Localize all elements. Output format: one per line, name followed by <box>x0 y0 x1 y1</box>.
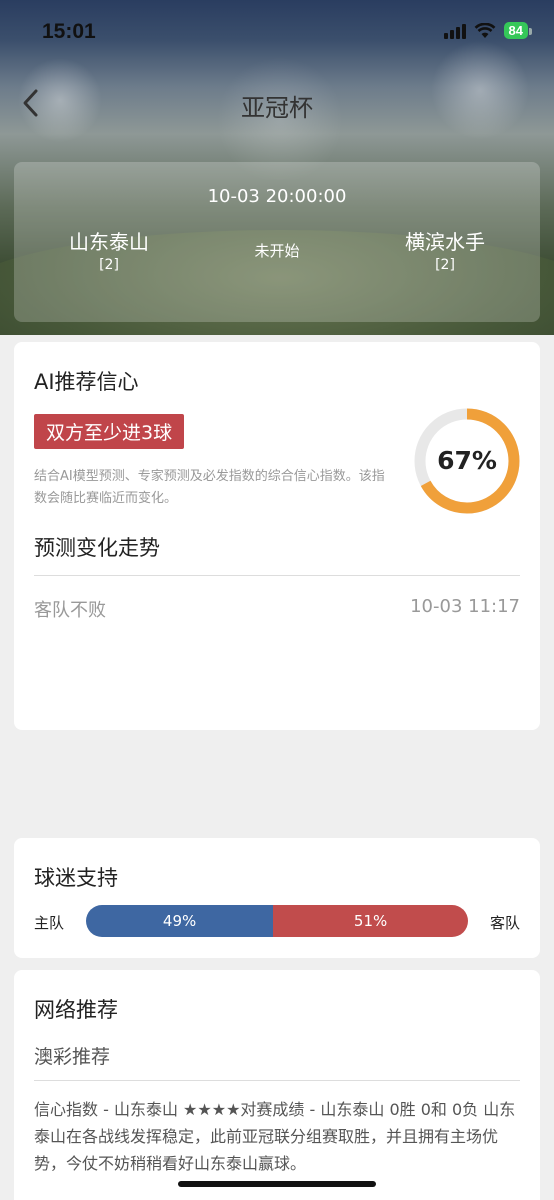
divider <box>34 1080 520 1081</box>
home-indicator[interactable] <box>178 1181 376 1187</box>
away-support-segment: 51% <box>273 905 468 937</box>
status-time: 15:01 <box>42 20 96 43</box>
home-support-segment: 49% <box>86 905 274 937</box>
trend-label: 客队不败 <box>34 600 106 621</box>
fan-support-card: 球迷支持 主队 49% 51% 客队 <box>14 838 540 958</box>
ai-card-title: AI推荐信心 <box>34 370 139 394</box>
ai-recommendation-card: AI推荐信心 双方至少进3球 结合AI模型预测、专家预测及必发指数的综合信心指数… <box>14 342 540 730</box>
fans-card-title: 球迷支持 <box>34 866 118 890</box>
page-title: 亚冠杯 <box>241 94 313 122</box>
away-support-label: 客队 <box>489 914 520 932</box>
network-recommendation-card: 网络推荐 澳彩推荐 信心指数 - 山东泰山 ★★★★对赛成绩 - 山东泰山 0胜… <box>14 970 540 1200</box>
trend-time: 10-03 11:17 <box>410 596 520 617</box>
away-team-name: 横滨水手 <box>405 230 485 254</box>
status-icons: 84 <box>443 22 533 39</box>
net-card-title: 网络推荐 <box>34 998 118 1022</box>
away-team-rank: [2] <box>435 257 455 273</box>
confidence-value: 67% <box>437 446 497 475</box>
support-bar: 49% 51% <box>86 905 468 937</box>
divider <box>34 575 520 576</box>
nav-bar: 亚冠杯 <box>0 80 554 130</box>
net-body-text: 信心指数 - 山东泰山 ★★★★对赛成绩 - 山东泰山 0胜 0和 0负 山东泰… <box>34 1100 516 1173</box>
trend-title: 预测变化走势 <box>34 536 160 560</box>
support-bar-row: 主队 49% 51% 客队 <box>34 905 520 939</box>
home-support-label: 主队 <box>34 914 65 932</box>
status-bar: 15:01 84 <box>0 0 554 66</box>
away-team[interactable]: 横滨水手 [2] <box>370 226 520 273</box>
net-subtitle: 澳彩推荐 <box>34 1046 111 1068</box>
signal-icon <box>443 23 466 39</box>
recommendation-tag: 双方至少进3球 <box>34 414 185 449</box>
match-datetime: 10-03 20:00:00 <box>207 186 347 207</box>
battery-icon: 84 <box>503 22 533 39</box>
trend-row: 客队不败 10-03 11:17 <box>34 596 520 622</box>
match-info-card: 10-03 20:00:00 山东泰山 [2] 未开始 横滨水手 [2] <box>14 162 540 322</box>
wifi-icon <box>474 22 496 39</box>
confidence-description: 结合AI模型预测、专家预测及必发指数的综合信心指数。该指数会随比赛临近而变化。 <box>34 469 385 506</box>
